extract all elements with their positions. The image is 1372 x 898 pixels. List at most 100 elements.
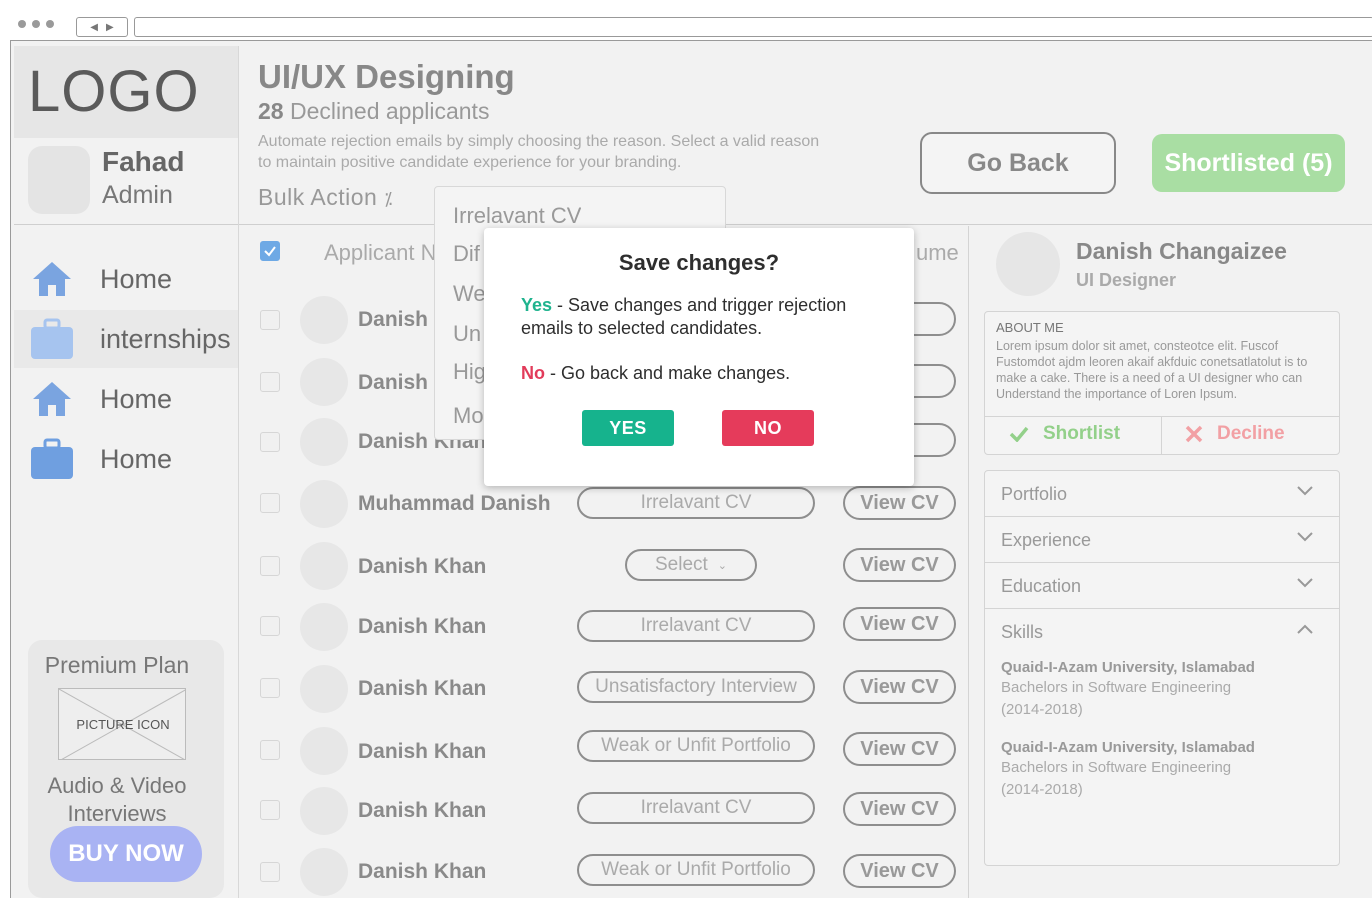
sidebar-item-internships[interactable]: internships	[14, 310, 238, 368]
dropdown-option[interactable]: We	[453, 281, 486, 307]
candidate-avatar	[996, 232, 1060, 296]
decline-button[interactable]: Decline	[1185, 423, 1285, 445]
view-cv-button[interactable]: View CV	[843, 607, 956, 641]
accordion-skills[interactable]: Skills	[985, 609, 1339, 655]
dropdown-option[interactable]: Un	[453, 321, 481, 347]
education-years: (2014-2018)	[1001, 701, 1083, 718]
accordion-label: Experience	[1001, 530, 1092, 550]
applicant-avatar	[300, 665, 348, 713]
forward-arrow-icon[interactable]: ▶	[106, 22, 114, 33]
accordion-experience[interactable]: Experience	[985, 517, 1339, 563]
bulk-action-label: Bulk Action	[258, 184, 378, 210]
reason-select[interactable]: Select ⌄	[625, 549, 757, 581]
dialog-no-description: No - Go back and make changes.	[521, 362, 901, 385]
view-cv-button[interactable]: View CV	[843, 732, 956, 766]
window-controls[interactable]	[18, 20, 54, 28]
about-title: ABOUT ME	[996, 320, 1064, 335]
row-checkbox[interactable]	[260, 372, 280, 392]
row-checkbox[interactable]	[260, 432, 280, 452]
row-checkbox[interactable]	[260, 616, 280, 636]
row-checkbox[interactable]	[260, 493, 280, 513]
briefcase-icon	[30, 438, 74, 479]
shortlisted-button[interactable]: Shortlisted (5)	[1152, 134, 1345, 192]
row-checkbox[interactable]	[260, 800, 280, 820]
applicant-name[interactable]: Danish	[358, 308, 428, 332]
shortlist-button[interactable]: Shortlist	[1009, 423, 1120, 445]
helper-line: to maintain positive candidate experienc…	[258, 154, 682, 171]
education-degree-name: Bachelors in Software Engineering	[1001, 759, 1232, 776]
helper-line: Automate rejection emails by simply choo…	[258, 133, 820, 150]
sidebar: LOGO Fahad Admin Home internships Home H…	[14, 46, 238, 898]
row-checkbox[interactable]	[260, 740, 280, 760]
buy-now-button[interactable]: BUY NOW	[50, 826, 202, 882]
chevron-up-icon	[1297, 624, 1313, 634]
chevron-down-icon	[1297, 486, 1313, 496]
reason-select[interactable]: Irrelavant CV	[577, 487, 815, 519]
accordion-education[interactable]: Education	[985, 563, 1339, 609]
applicant-avatar	[300, 787, 348, 835]
home-icon	[30, 259, 74, 299]
column-header-resume[interactable]: ume	[916, 240, 959, 266]
back-arrow-icon[interactable]: ◀	[90, 22, 98, 33]
no-key: No	[521, 363, 545, 383]
declined-applicants: 28 Declined applicants	[258, 98, 489, 125]
applicant-avatar	[300, 542, 348, 590]
admin-avatar[interactable]	[28, 146, 90, 214]
reason-select[interactable]: Weak or Unfit Portfolio	[577, 730, 815, 762]
no-button[interactable]: NO	[722, 410, 814, 446]
sidebar-item-home[interactable]: Home	[14, 250, 238, 308]
accordion-portfolio[interactable]: Portfolio	[985, 471, 1339, 517]
candidate-actions: Shortlist Decline	[985, 416, 1339, 455]
dropdown-option[interactable]: Hig	[453, 359, 486, 385]
row-checkbox[interactable]	[260, 678, 280, 698]
view-cv-button[interactable]: View CV	[843, 854, 956, 888]
dropdown-option[interactable]: Mo	[453, 403, 484, 429]
row-checkbox[interactable]	[260, 862, 280, 882]
applicant-name[interactable]: Danish Khan	[358, 740, 486, 764]
bulk-action-icon: ⁒	[384, 189, 393, 209]
education-university: Quaid-I-Azam University, Islamabad	[1001, 739, 1255, 756]
applicant-avatar	[300, 480, 348, 528]
applicant-avatar	[300, 727, 348, 775]
reason-select[interactable]: Irrelavant CV	[577, 610, 815, 642]
briefcase-icon	[30, 318, 74, 359]
applicant-name[interactable]: Danish Khan	[358, 555, 486, 579]
view-cv-button[interactable]: View CV	[843, 548, 956, 582]
yes-button[interactable]: YES	[582, 410, 674, 446]
candidate-title: UI Designer	[1076, 270, 1177, 290]
admin-name: Fahad	[102, 146, 185, 177]
column-header-applicant[interactable]: Applicant N	[324, 240, 437, 266]
dropdown-option[interactable]: Irrelavant CV	[453, 203, 581, 229]
picture-placeholder: PICTURE ICON	[58, 688, 186, 760]
view-cv-button[interactable]: View CV	[843, 486, 956, 520]
reason-select[interactable]: Unsatisfactory Interview	[577, 671, 815, 703]
sidebar-item-home-3[interactable]: Home	[14, 430, 238, 488]
dialog-yes-description: Yes - Save changes and trigger rejection…	[521, 294, 901, 340]
view-cv-button[interactable]: View CV	[843, 792, 956, 826]
select-all-checkbox[interactable]	[260, 241, 280, 261]
applicant-name[interactable]: Danish Khan	[358, 677, 486, 701]
applicant-name[interactable]: Danish	[358, 371, 428, 395]
row-checkbox[interactable]	[260, 556, 280, 576]
sidebar-divider	[238, 46, 239, 898]
premium-subtitle-line: Audio & Video	[47, 773, 187, 798]
applicant-name[interactable]: Danish Khan	[358, 799, 486, 823]
go-back-button[interactable]: Go Back	[920, 132, 1116, 194]
row-checkbox[interactable]	[260, 310, 280, 330]
address-bar[interactable]	[134, 17, 1372, 37]
sidebar-item-home-2[interactable]: Home	[14, 370, 238, 428]
applicant-name[interactable]: Danish Khan	[358, 615, 486, 639]
reason-select[interactable]: Irrelavant CV	[577, 792, 815, 824]
applicant-name[interactable]: Muhammad Danish	[358, 492, 551, 516]
save-changes-dialog: Save changes? Yes - Save changes and tri…	[484, 228, 914, 486]
actions-divider	[1161, 417, 1162, 455]
bulk-action-toggle[interactable]: Bulk Action ⁒	[258, 184, 393, 211]
view-cv-button[interactable]: View CV	[843, 670, 956, 704]
applicant-avatar	[300, 418, 348, 466]
applicant-name[interactable]: Danish Khan	[358, 860, 486, 884]
reason-select[interactable]: Weak or Unfit Portfolio	[577, 854, 815, 886]
page-title: UI/UX Designing	[258, 58, 515, 95]
browser-nav-buttons[interactable]: ◀ ▶	[76, 17, 128, 37]
dropdown-option[interactable]: Dif	[453, 241, 480, 267]
about-me-card: ABOUT ME Lorem ipsum dolor sit amet, con…	[984, 311, 1340, 455]
